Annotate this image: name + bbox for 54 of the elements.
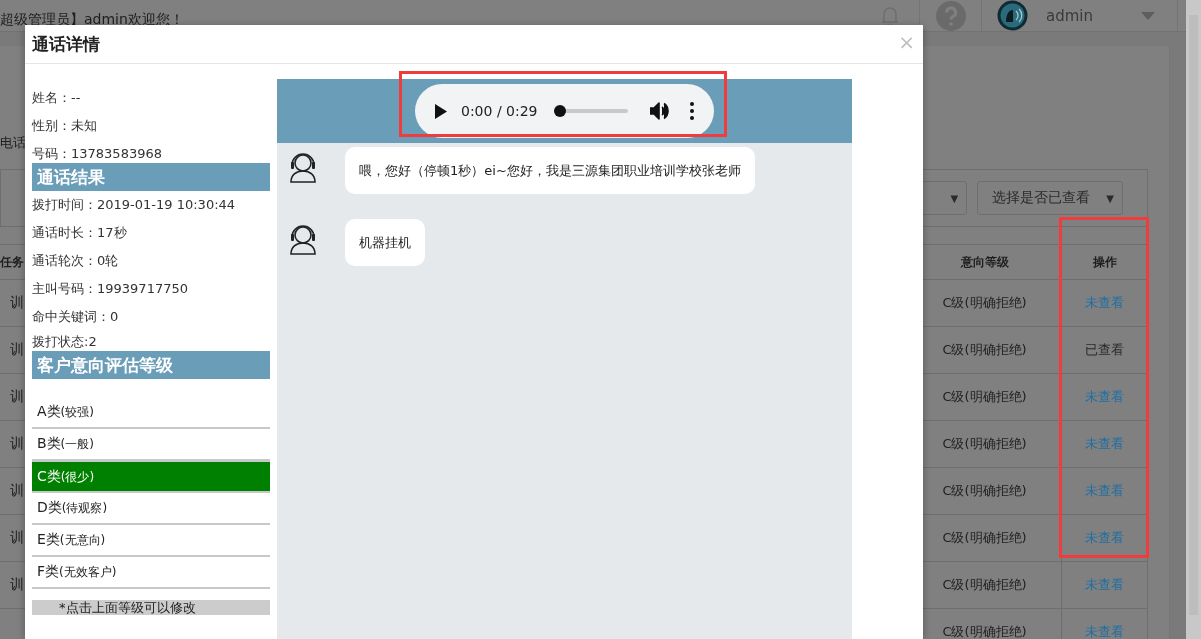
info-text: 性别：未知 [32,117,98,135]
info-text: 主叫号码：19939717750 [32,280,189,298]
table-cell: 训 [10,388,24,406]
grade-option[interactable]: C类(很少) [32,461,270,493]
table-cell: C级(明确拒绝) [942,341,1027,359]
grade-option[interactable]: E类(无意向) [32,525,270,557]
viewed-label: 已查看 [1085,341,1124,359]
table-cell: 训 [10,576,24,594]
table-cell: C级(明确拒绝) [942,388,1027,406]
info-text: 姓名：-- [32,89,82,107]
headset-avatar-icon [289,223,317,255]
audio-player[interactable]: 0:00 / 0:29 [415,84,714,138]
table-cell: C级(明确拒绝) [942,435,1027,453]
avatar-icon[interactable] [997,0,1028,31]
close-button[interactable]: × [898,30,915,54]
bell-icon[interactable] [881,4,899,27]
time-label: 0:00 / 0:29 [461,103,538,119]
table-cell: C级(明确拒绝) [942,623,1027,639]
progress-slider[interactable] [553,105,628,117]
table-cell: C级(明确拒绝) [942,482,1027,500]
table-cell: C级(明确拒绝) [942,529,1027,547]
table-cell: 训 [10,529,24,547]
table-cell: 训 [10,294,24,312]
table-cell: C级(明确拒绝) [942,576,1027,594]
section-header: 客户意向评估等级 [32,351,270,379]
card-title: 电话 [0,134,26,152]
info-text: 号码：13783583968 [32,145,163,163]
hint-text: *点击上面等级可以修改 [32,600,270,615]
table-cell: 训 [10,435,24,453]
grade-option[interactable]: F类(无效客户) [32,557,270,589]
message-bubble: 喂，您好（停顿1秒）ei~您好，我是三源集团职业培训学校张老师 [345,147,755,194]
volume-icon[interactable] [650,102,670,120]
table-cell: 训 [10,341,24,359]
scrollbar[interactable] [1186,0,1201,639]
dialog-title: 通话详情 [32,32,101,56]
table-cell: 训 [10,482,24,500]
info-text: 通话轮次：0轮 [32,252,120,270]
column-header: 操作 [1092,253,1117,271]
info-text: 通话时长：17秒 [32,224,128,242]
info-text: 命中关键词：0 [32,308,120,326]
message-bubble: 机器挂机 [345,219,425,266]
headset-avatar-icon [289,151,317,183]
info-text: 拨打状态:2 [32,333,98,351]
column-header: 任务 [0,253,24,271]
column-header: 意向等级 [960,253,1009,271]
select-field[interactable]: 选择是否已查看 ▼ [977,181,1123,215]
play-icon[interactable] [435,103,447,119]
username[interactable]: admin [1046,6,1093,25]
info-text: 拨打时间：2019-01-19 10:30:44 [32,196,237,214]
table-cell: C级(明确拒绝) [942,294,1027,312]
more-icon[interactable] [690,102,694,120]
section-header: 通话结果 [32,163,270,191]
grade-option[interactable]: A类(较强) [32,397,270,429]
grade-option[interactable]: D类(待观察) [32,493,270,525]
